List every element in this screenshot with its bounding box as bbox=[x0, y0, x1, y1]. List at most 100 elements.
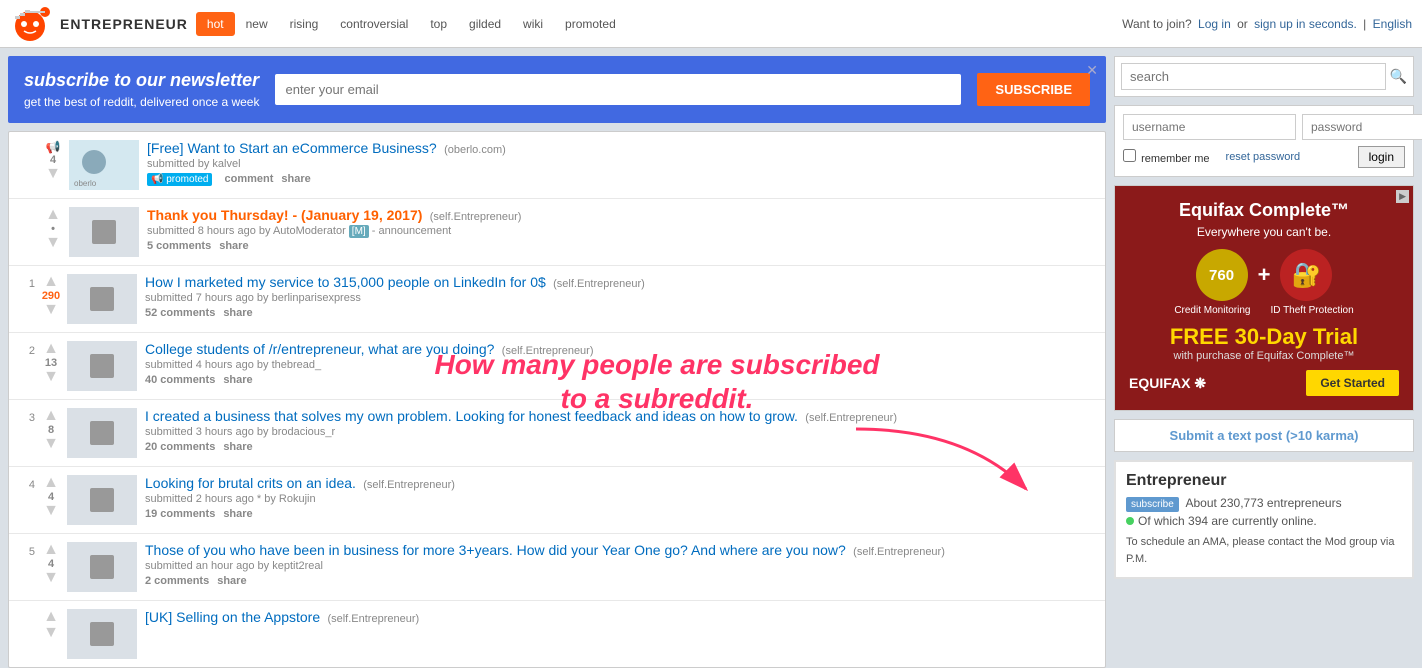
downvote-button[interactable]: ▼ bbox=[43, 570, 59, 586]
login-button[interactable]: login bbox=[1358, 146, 1405, 168]
mod-badge: [M] bbox=[349, 225, 369, 238]
newsletter-email-input[interactable] bbox=[275, 74, 961, 105]
post-author-link[interactable]: Rokujin bbox=[279, 493, 316, 505]
comment-link[interactable]: 5 comments bbox=[147, 240, 211, 252]
post-content: How I marketed my service to 315,000 peo… bbox=[145, 274, 1097, 324]
ad-badge: ▶ bbox=[1396, 190, 1409, 203]
tab-promoted[interactable]: promoted bbox=[554, 12, 627, 36]
upvote-button[interactable]: ▲ bbox=[43, 609, 59, 625]
downvote-button[interactable]: ▼ bbox=[45, 166, 61, 182]
search-input[interactable] bbox=[1121, 63, 1386, 90]
language-link[interactable]: English bbox=[1373, 17, 1412, 31]
reset-password-link[interactable]: reset password bbox=[1226, 151, 1350, 163]
share-link[interactable]: share bbox=[223, 508, 252, 520]
post-author-link[interactable]: AutoModerator bbox=[273, 225, 346, 237]
tab-wiki[interactable]: wiki bbox=[512, 12, 554, 36]
post-domain: (self.Entrepreneur) bbox=[502, 345, 594, 357]
post-domain: (oberlo.com) bbox=[444, 144, 506, 156]
ad-get-started-button[interactable]: Get Started bbox=[1306, 370, 1399, 396]
post-title-link[interactable]: College students of /r/entrepreneur, wha… bbox=[145, 341, 494, 357]
join-text: Want to join? bbox=[1122, 17, 1192, 31]
downvote-button[interactable]: ▼ bbox=[43, 625, 59, 641]
post-title-link[interactable]: Looking for brutal crits on an idea. bbox=[145, 475, 356, 491]
post-author-link[interactable]: berlinparisexpress bbox=[272, 292, 361, 304]
share-link[interactable]: share bbox=[281, 173, 310, 186]
password-input[interactable] bbox=[1302, 114, 1422, 140]
share-link[interactable]: share bbox=[223, 441, 252, 453]
share-link[interactable]: share bbox=[217, 575, 246, 587]
post-actions: 📢 promoted comment share bbox=[147, 173, 1097, 186]
post-author-link[interactable]: thebread_ bbox=[272, 359, 322, 371]
remember-me-checkbox[interactable] bbox=[1123, 149, 1136, 162]
ad-icons-row: 760 + 🔐 bbox=[1129, 249, 1399, 301]
comment-link[interactable]: 19 comments bbox=[145, 508, 215, 520]
upvote-button[interactable]: ▲ bbox=[43, 274, 59, 290]
tab-new[interactable]: new bbox=[235, 12, 279, 36]
downvote-button[interactable]: ▼ bbox=[45, 235, 61, 251]
comment-link[interactable]: 52 comments bbox=[145, 307, 215, 319]
login-link[interactable]: Log in bbox=[1198, 17, 1231, 31]
table-row: 2 ▲ 13 ▼ College students of /r/entrepre… bbox=[9, 333, 1105, 400]
vote-col: ▲ • ▼ bbox=[37, 207, 69, 257]
login-box: remember me reset password login bbox=[1114, 105, 1414, 177]
upvote-button[interactable]: ▲ bbox=[43, 341, 59, 357]
vote-col: 📢 4 ▼ bbox=[37, 140, 69, 190]
post-author-link[interactable]: kalvel bbox=[212, 158, 240, 170]
post-actions: 40 comments share bbox=[145, 374, 1097, 386]
post-title-link[interactable]: I created a business that solves my own … bbox=[145, 408, 798, 424]
post-meta: submitted 7 hours ago by berlinparisexpr… bbox=[145, 292, 1097, 304]
post-author-link[interactable]: brodacious_r bbox=[272, 426, 336, 438]
upvote-button[interactable]: ▲ bbox=[43, 408, 59, 424]
post-meta: submitted 2 hours ago * by Rokujin bbox=[145, 493, 1097, 505]
close-banner-button[interactable]: ✕ bbox=[1086, 62, 1098, 79]
post-rank: 4 bbox=[17, 475, 35, 525]
post-thumbnail bbox=[67, 475, 137, 525]
ad-label-protection: ID Theft Protection bbox=[1270, 305, 1353, 316]
subreddit-title: Entrepreneur bbox=[1126, 472, 1402, 490]
upvote-button[interactable]: ▲ bbox=[45, 207, 61, 223]
submit-text-post-link[interactable]: Submit a text post (>10 karma) bbox=[1170, 428, 1359, 443]
share-link[interactable]: share bbox=[219, 240, 248, 252]
post-title-link[interactable]: Thank you Thursday! - (January 19, 2017) bbox=[147, 207, 422, 223]
newsletter-title: subscribe to our newsletter bbox=[24, 70, 259, 91]
tab-rising[interactable]: rising bbox=[279, 12, 330, 36]
username-input[interactable] bbox=[1123, 114, 1296, 140]
tab-gilded[interactable]: gilded bbox=[458, 12, 512, 36]
share-link[interactable]: share bbox=[223, 307, 252, 319]
ad-plus-icon: + bbox=[1258, 262, 1271, 288]
post-author-link[interactable]: keptit2real bbox=[272, 560, 323, 572]
signup-link[interactable]: sign up in seconds. bbox=[1254, 17, 1357, 31]
share-link[interactable]: share bbox=[223, 374, 252, 386]
downvote-button[interactable]: ▼ bbox=[43, 369, 59, 385]
reddit-logo[interactable] bbox=[10, 4, 50, 44]
post-title-link[interactable]: [UK] Selling on the Appstore bbox=[145, 609, 320, 625]
post-title-link[interactable]: How I marketed my service to 315,000 peo… bbox=[145, 274, 546, 290]
post-meta: submitted 8 hours ago by AutoModerator [… bbox=[147, 225, 1097, 237]
subscribe-button[interactable]: SUBSCRIBE bbox=[977, 73, 1090, 106]
comment-link[interactable]: 20 comments bbox=[145, 441, 215, 453]
tab-hot[interactable]: hot bbox=[196, 12, 235, 36]
post-title-link[interactable]: Those of you who have been in business f… bbox=[145, 542, 846, 558]
post-title-link[interactable]: [Free] Want to Start an eCommerce Busine… bbox=[147, 140, 437, 156]
promoted-badge: 📢 promoted bbox=[147, 173, 212, 186]
tab-top[interactable]: top bbox=[419, 12, 458, 36]
post-rank: 1 bbox=[17, 274, 35, 324]
subreddit-description: To schedule an AMA, please contact the M… bbox=[1126, 534, 1402, 567]
vote-col: ▲ ▼ bbox=[35, 609, 67, 659]
tab-controversial[interactable]: controversial bbox=[329, 12, 419, 36]
upvote-button[interactable]: ▲ bbox=[43, 475, 59, 491]
upvote-button[interactable]: ▲ bbox=[43, 542, 59, 558]
submit-module: Submit a text post (>10 karma) bbox=[1114, 419, 1414, 452]
comment-link[interactable]: 2 comments bbox=[145, 575, 209, 587]
post-rank: 5 bbox=[17, 542, 35, 592]
subscribe-badge[interactable]: subscribe bbox=[1126, 497, 1179, 512]
post-domain: (self.Entrepreneur) bbox=[363, 479, 455, 491]
table-row: 4 ▲ 4 ▼ Looking for brutal crits on an i… bbox=[9, 467, 1105, 534]
downvote-button[interactable]: ▼ bbox=[43, 436, 59, 452]
downvote-button[interactable]: ▼ bbox=[43, 503, 59, 519]
comment-link[interactable]: 40 comments bbox=[145, 374, 215, 386]
downvote-button[interactable]: ▼ bbox=[43, 302, 59, 318]
search-button[interactable]: 🔍 bbox=[1390, 68, 1407, 85]
newsletter-banner: subscribe to our newsletter get the best… bbox=[8, 56, 1106, 123]
comment-link[interactable]: comment bbox=[224, 173, 273, 186]
